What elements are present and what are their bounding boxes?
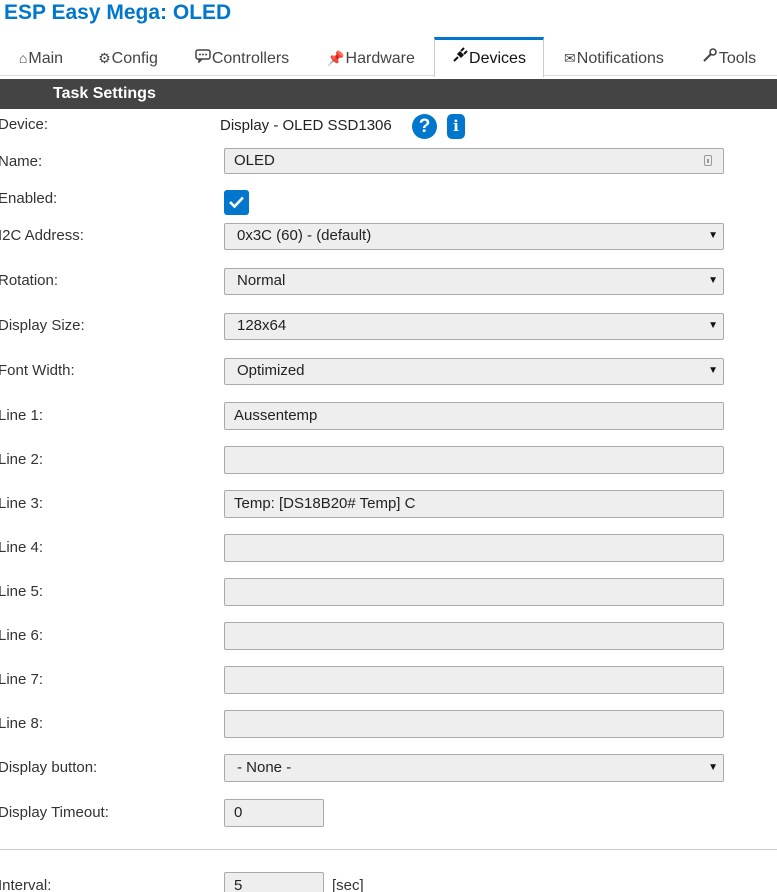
name-label: Name: xyxy=(0,153,43,170)
line-1-label: Line 1: xyxy=(0,407,44,424)
line-8-input[interactable] xyxy=(224,710,724,738)
tab-label: Hardware xyxy=(345,50,415,67)
line-3-input[interactable]: Temp: [DS18B20# Temp] C xyxy=(224,490,724,518)
line-8-label: Line 8: xyxy=(0,715,44,732)
rotation-select[interactable]: Normal ▼ xyxy=(224,268,724,295)
tab-notifications[interactable]: ✉Notifications xyxy=(560,38,668,76)
line-2-label: Line 2: xyxy=(0,451,44,468)
section-divider xyxy=(0,849,777,850)
line-6-input[interactable] xyxy=(224,622,724,650)
line-4-label: Line 4: xyxy=(0,539,44,556)
line-5-label: Line 5: xyxy=(0,583,44,600)
plug-icon xyxy=(452,40,468,77)
wrench-icon xyxy=(702,38,718,78)
interval-value: 5 xyxy=(234,877,243,892)
line-2-input[interactable] xyxy=(224,446,724,474)
line-1-input[interactable]: Aussentemp xyxy=(224,402,724,430)
display-button-select[interactable]: - None - ▼ xyxy=(224,754,724,782)
device-label: Device: xyxy=(0,116,49,133)
tab-hardware[interactable]: 📌Hardware xyxy=(322,38,420,76)
tab-bar-divider xyxy=(0,75,777,76)
interval-label: Interval: xyxy=(0,877,52,892)
display-size-value: 128x64 xyxy=(237,317,287,334)
rotation-label: Rotation: xyxy=(0,272,59,289)
line-7-label: Line 7: xyxy=(0,671,44,688)
section-header: Task Settings xyxy=(0,79,777,109)
i2c-address-label: I2C Address: xyxy=(0,227,84,244)
info-icon[interactable]: i xyxy=(447,114,465,139)
help-icon[interactable]: ? xyxy=(412,114,437,139)
display-timeout-input[interactable]: 0 xyxy=(224,799,324,827)
i2c-address-value: 0x3C (60) - (default) xyxy=(237,227,372,244)
font-width-value: Optimized xyxy=(237,362,305,379)
display-button-label: Display button: xyxy=(0,759,98,776)
line-7-input[interactable] xyxy=(224,666,724,694)
line-3-value: Temp: [DS18B20# Temp] C xyxy=(234,495,416,512)
tab-main[interactable]: ⌂Main xyxy=(13,38,69,76)
line-5-input[interactable] xyxy=(224,578,724,606)
tab-label: Controllers xyxy=(211,50,290,67)
tab-config[interactable]: ⚙Config xyxy=(93,38,163,76)
password-manager-icon[interactable] xyxy=(704,155,712,166)
line-4-input[interactable] xyxy=(224,534,724,562)
display-timeout-label: Display Timeout: xyxy=(0,804,109,821)
tab-label: Main xyxy=(28,50,64,67)
tab-label: Tools xyxy=(718,50,757,67)
rotation-value: Normal xyxy=(237,272,286,289)
interval-input[interactable]: 5 xyxy=(224,872,324,892)
page: ESP Easy Mega: OLED ⌂Main ⚙Config Contro… xyxy=(0,0,777,892)
display-size-select[interactable]: 128x64 ▼ xyxy=(224,313,724,340)
gear-icon: ⚙ xyxy=(98,50,111,66)
dropdown-arrow-icon: ▼ xyxy=(708,762,718,773)
section-title: Task Settings xyxy=(53,85,156,102)
tab-devices[interactable]: Devices xyxy=(434,37,544,77)
enabled-label: Enabled: xyxy=(0,190,58,207)
tab-tools[interactable]: Tools xyxy=(697,38,761,76)
app-title: ESP Easy Mega: OLED xyxy=(4,1,232,24)
name-value: OLED xyxy=(234,152,275,169)
tab-bar: ⌂Main ⚙Config Controllers 📌Hardware Devi… xyxy=(0,37,777,77)
device-value: Display - OLED SSD1306 xyxy=(220,117,392,134)
dropdown-arrow-icon: ▼ xyxy=(708,365,718,376)
name-field[interactable]: OLED xyxy=(224,148,724,174)
dropdown-arrow-icon: ▼ xyxy=(708,230,718,241)
font-width-select[interactable]: Optimized ▼ xyxy=(224,358,724,385)
chat-icon xyxy=(195,38,211,78)
tab-label: Config xyxy=(111,50,158,67)
line-3-label: Line 3: xyxy=(0,495,44,512)
display-timeout-value: 0 xyxy=(234,804,243,821)
interval-unit: [sec] xyxy=(332,877,364,892)
tab-controllers[interactable]: Controllers xyxy=(190,38,294,76)
pushpin-icon: 📌 xyxy=(327,50,345,66)
tab-label: Notifications xyxy=(576,50,664,67)
envelope-icon: ✉ xyxy=(564,50,576,66)
display-button-value: - None - xyxy=(237,759,292,776)
line-6-label: Line 6: xyxy=(0,627,44,644)
tab-label: Devices xyxy=(469,50,526,67)
line-1-value: Aussentemp xyxy=(234,407,318,424)
dropdown-arrow-icon: ▼ xyxy=(708,320,718,331)
display-size-label: Display Size: xyxy=(0,317,85,334)
dropdown-arrow-icon: ▼ xyxy=(708,275,718,286)
enabled-checkbox[interactable] xyxy=(224,190,249,215)
home-icon: ⌂ xyxy=(18,50,28,66)
checkmark-icon xyxy=(229,196,244,209)
i2c-address-select[interactable]: 0x3C (60) - (default) ▼ xyxy=(224,223,724,250)
font-width-label: Font Width: xyxy=(0,362,75,379)
